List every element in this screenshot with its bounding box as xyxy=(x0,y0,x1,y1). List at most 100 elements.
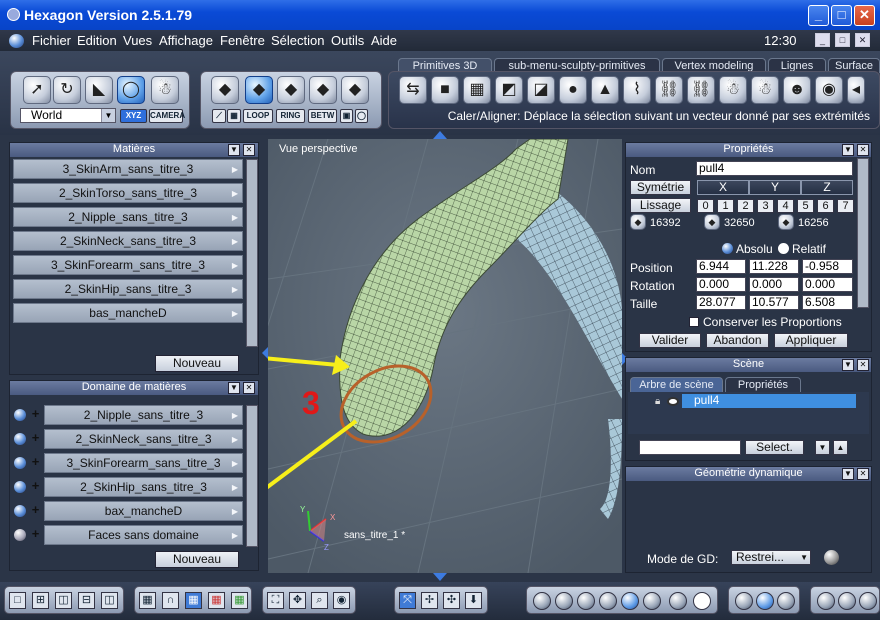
shading-flat-icon[interactable] xyxy=(577,592,595,610)
visibility-icon[interactable] xyxy=(14,505,26,517)
edge-mode-icon[interactable]: ◆ xyxy=(277,76,305,104)
menu-fichier[interactable]: Fichier xyxy=(32,33,71,48)
doc-minimize-button[interactable]: _ xyxy=(815,33,830,47)
frame-icon[interactable]: ⛶ xyxy=(267,592,284,609)
render-cluster-icon[interactable] xyxy=(777,592,795,610)
ghost-primitive-icon[interactable]: ☃ xyxy=(719,76,747,104)
chevron-down-icon[interactable]: ▼ xyxy=(101,109,115,122)
grid-red-icon[interactable]: ▦ xyxy=(208,592,225,609)
apply-button[interactable]: Appliquer xyxy=(774,333,848,348)
zoom-icon[interactable]: ⌕ xyxy=(311,592,328,609)
panel-close-icon[interactable]: ✕ xyxy=(857,144,869,156)
face-mode-icon[interactable]: ◆ xyxy=(245,76,273,104)
circle-select-icon[interactable]: ◯ xyxy=(355,109,368,123)
smoothing-level-1[interactable]: 1 xyxy=(717,199,734,213)
misc-light-icon[interactable] xyxy=(817,592,835,610)
pyramid-icon[interactable]: ▲ xyxy=(591,76,619,104)
menu-affichage[interactable]: Affichage xyxy=(159,33,213,48)
domain-item[interactable]: Faces sans domaine ▶ xyxy=(44,525,243,545)
smoothing-level-3[interactable]: 3 xyxy=(757,199,774,213)
render-blue-icon[interactable] xyxy=(756,592,774,610)
gd-sphere-icon[interactable] xyxy=(824,550,839,565)
symmetry-y-button[interactable]: Y xyxy=(749,180,801,195)
eye-icon[interactable] xyxy=(667,397,679,406)
lasso-select-icon[interactable]: ↻ xyxy=(53,76,81,104)
shading-white-icon[interactable] xyxy=(693,592,711,610)
visibility-icon[interactable] xyxy=(14,409,26,421)
pan-icon[interactable]: ✥ xyxy=(289,592,306,609)
panel-close-icon[interactable]: ✕ xyxy=(243,382,255,394)
position-y-field[interactable]: 11.228 xyxy=(749,259,799,274)
material-item[interactable]: 2_Nipple_sans_titre_3 ▶ xyxy=(13,207,243,227)
minimize-button[interactable]: _ xyxy=(808,5,829,26)
uv-mode-icon[interactable]: ◆ xyxy=(341,76,369,104)
material-item[interactable]: 2_SkinNeck_sans_titre_3 ▶ xyxy=(13,231,243,251)
scroll-down-icon[interactable]: ▼ xyxy=(815,440,830,455)
smoothing-level-7[interactable]: 7 xyxy=(837,199,854,213)
menu-vues[interactable]: Vues xyxy=(123,33,152,48)
maximize-button[interactable]: □ xyxy=(831,5,852,26)
size-z-field[interactable]: 6.508 xyxy=(802,295,853,310)
panel-close-icon[interactable]: ✕ xyxy=(857,359,869,371)
layout-columns-icon[interactable]: ◫ xyxy=(101,592,118,609)
size-x-field[interactable]: 28.077 xyxy=(696,295,746,310)
material-item[interactable]: 2_SkinTorso_sans_titre_3 ▶ xyxy=(13,183,243,203)
relative-radio[interactable] xyxy=(778,243,789,254)
doc-close-button[interactable]: ✕ xyxy=(855,33,870,47)
layout-single-icon[interactable]: □ xyxy=(9,592,26,609)
position-x-field[interactable]: 6.944 xyxy=(696,259,746,274)
select-button[interactable]: Select. xyxy=(745,440,804,455)
grid-select-icon[interactable]: ▣ xyxy=(340,109,353,123)
scene-tree-item[interactable]: pull4 xyxy=(682,394,856,408)
panel-menu-icon[interactable]: ▼ xyxy=(842,468,854,480)
ghost2-primitive-icon[interactable]: ☃ xyxy=(751,76,779,104)
brush-icon[interactable]: ⟋ xyxy=(212,109,226,123)
panel-menu-icon[interactable]: ▼ xyxy=(842,144,854,156)
layout-split-h-icon[interactable]: ⊟ xyxy=(78,592,95,609)
lock-icon[interactable]: 🔒︎ xyxy=(655,396,660,407)
rotation-z-field[interactable]: 0.000 xyxy=(802,277,853,292)
menu-outils[interactable]: Outils xyxy=(331,33,364,48)
material-item[interactable]: 2_SkinHip_sans_titre_3 ▶ xyxy=(13,279,243,299)
new-domain-button[interactable]: Nouveau xyxy=(155,551,239,568)
position-z-field[interactable]: -0.958 xyxy=(802,259,853,274)
coord-space-select[interactable]: World ▼ xyxy=(20,108,116,123)
chain2-icon[interactable]: ⛓ xyxy=(687,76,715,104)
visibility-icon[interactable] xyxy=(14,457,26,469)
arrow-select-icon[interactable]: ➚ xyxy=(23,76,51,104)
viewport-left-splitter-arrow[interactable] xyxy=(262,347,268,359)
scene-filter-input[interactable] xyxy=(639,440,741,455)
panel-menu-icon[interactable]: ▼ xyxy=(228,144,240,156)
material-item[interactable]: bas_mancheD ▶ xyxy=(13,303,243,323)
loop-button[interactable]: LOOP xyxy=(243,109,273,123)
app-menu-icon[interactable] xyxy=(9,34,24,48)
tab-scene-properties[interactable]: Propriétés xyxy=(725,377,801,392)
ghost-select-icon[interactable]: ☃ xyxy=(151,76,179,104)
between-button[interactable]: BETW xyxy=(308,109,337,123)
cancel-button[interactable]: Abandon xyxy=(706,333,769,348)
shading-gray-icon[interactable] xyxy=(669,592,687,610)
domain-item[interactable]: 3_SkinForearm_sans_titre_3 ▶ xyxy=(44,453,243,473)
material-item[interactable]: 3_SkinArm_sans_titre_3 ▶ xyxy=(13,159,243,179)
grid-snap-icon[interactable]: ▦ xyxy=(185,592,202,609)
domain-item[interactable]: 2_SkinNeck_sans_titre_3 ▶ xyxy=(44,429,243,449)
properties-scrollbar[interactable] xyxy=(857,158,869,308)
symmetry-x-button[interactable]: X xyxy=(697,180,749,195)
render-bowl-icon[interactable] xyxy=(735,592,753,610)
sphere-icon[interactable]: ◉ xyxy=(815,76,843,104)
grid-icon[interactable]: ▦ xyxy=(139,592,156,609)
misc-more-icon[interactable] xyxy=(859,592,877,610)
shading-wire2-icon[interactable] xyxy=(555,592,573,610)
keep-proportions-checkbox[interactable] xyxy=(689,317,699,327)
visibility-icon[interactable] xyxy=(14,481,26,493)
soft-select-icon[interactable]: ◯ xyxy=(117,76,145,104)
material-item[interactable]: 3_SkinForearm_sans_titre_3 ▶ xyxy=(13,255,243,275)
stairs-icon[interactable]: ◪ xyxy=(527,76,555,104)
add-icon[interactable]: + xyxy=(29,431,42,445)
capsule-icon[interactable]: ⌇ xyxy=(623,76,651,104)
domains-scrollbar[interactable] xyxy=(246,405,258,547)
camera-button[interactable]: CAMERA xyxy=(149,109,185,123)
eye-view-icon[interactable]: ◉ xyxy=(333,592,350,609)
symmetry-button[interactable]: Symétrie xyxy=(630,180,691,195)
add-icon[interactable]: + xyxy=(29,479,42,493)
